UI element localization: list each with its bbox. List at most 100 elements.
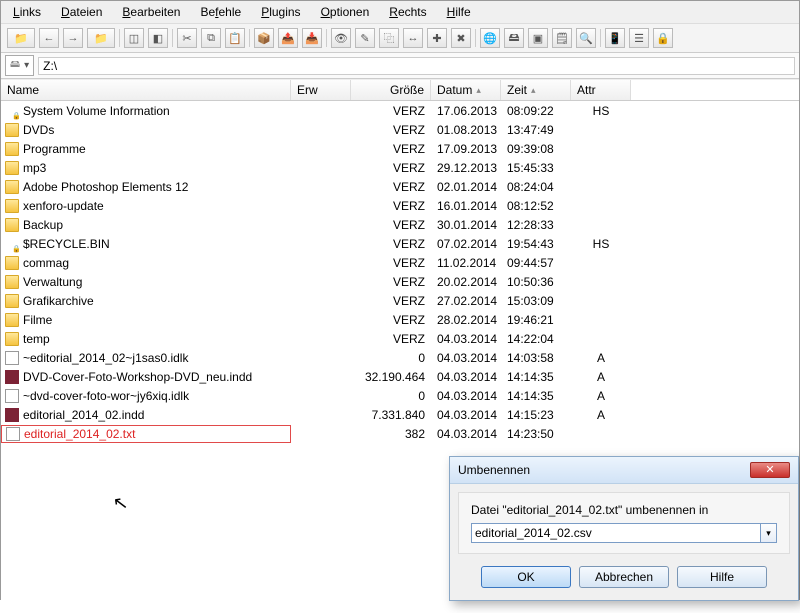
- toolbar-move-icon[interactable]: ↔: [403, 28, 423, 48]
- header-name[interactable]: Name: [1, 80, 291, 100]
- toolbar-fwd-icon[interactable]: →: [63, 28, 83, 48]
- toolbar-zip-icon[interactable]: 📦: [254, 28, 274, 48]
- toolbar-dotted-b-icon[interactable]: ◧: [148, 28, 168, 48]
- toolbar-updir-icon[interactable]: 📁: [87, 28, 115, 48]
- file-ext: [291, 262, 351, 264]
- menu-plugins[interactable]: Plugins: [253, 3, 308, 21]
- toolbar-edit-icon[interactable]: ✎: [355, 28, 375, 48]
- file-row[interactable]: GrafikarchiveVERZ27.02.201415:03:09: [1, 291, 799, 310]
- file-name: editorial_2014_02.txt: [24, 427, 135, 441]
- file-ext: [291, 319, 351, 321]
- menu-rechts[interactable]: Rechts: [381, 3, 434, 21]
- file-row[interactable]: DVD-Cover-Foto-Workshop-DVD_neu.indd32.1…: [1, 367, 799, 386]
- file-name: Programme: [23, 142, 86, 156]
- toolbar-lock-icon[interactable]: 🔒: [653, 28, 673, 48]
- file-row[interactable]: mp3VERZ29.12.201315:45:33: [1, 158, 799, 177]
- file-attr: [571, 186, 631, 188]
- close-button[interactable]: ✕: [750, 462, 790, 478]
- toolbar-arch-icon[interactable]: 📥: [302, 28, 322, 48]
- toolbar-back-icon[interactable]: ←: [39, 28, 59, 48]
- toolbar-cut-icon[interactable]: ✂: [177, 28, 197, 48]
- file-row[interactable]: commagVERZ11.02.201409:44:57: [1, 253, 799, 272]
- file-date: 30.01.2014: [431, 217, 501, 233]
- file-row[interactable]: editorial_2014_02.indd7.331.84004.03.201…: [1, 405, 799, 424]
- dialog-titlebar[interactable]: Umbenennen ✕: [450, 457, 798, 484]
- toolbar-paste-icon[interactable]: 📋: [225, 28, 245, 48]
- file-size: VERZ: [351, 122, 431, 138]
- file-row[interactable]: VerwaltungVERZ20.02.201410:50:36: [1, 272, 799, 291]
- drive-selector[interactable]: 🖴 ▾: [5, 55, 34, 76]
- chevron-down-icon[interactable]: ▾: [761, 523, 777, 543]
- ok-button[interactable]: OK: [481, 566, 571, 588]
- toolbar-search-icon[interactable]: 🔍: [576, 28, 596, 48]
- file-row[interactable]: ~editorial_2014_02~j1sas0.idlk004.03.201…: [1, 348, 799, 367]
- toolbar-ftp-icon[interactable]: 🌐: [480, 28, 500, 48]
- file-row[interactable]: FilmeVERZ28.02.201419:46:21: [1, 310, 799, 329]
- file-date: 01.08.2013: [431, 122, 501, 138]
- folder-icon: [5, 218, 19, 232]
- folder-icon: [5, 275, 19, 289]
- file-ext: [291, 167, 351, 169]
- file-row[interactable]: ProgrammeVERZ17.09.201309:39:08: [1, 139, 799, 158]
- toolbar-unzip-icon[interactable]: 📤: [278, 28, 298, 48]
- file-date: 04.03.2014: [431, 369, 501, 385]
- file-attr: [571, 129, 631, 131]
- rename-dialog: Umbenennen ✕ Datei "editorial_2014_02.tx…: [449, 456, 799, 601]
- help-button[interactable]: Hilfe: [677, 566, 767, 588]
- toolbar-copy-icon[interactable]: ⧉: [201, 28, 221, 48]
- toolbar-separator: [600, 29, 601, 47]
- file-name: Grafikarchive: [23, 294, 94, 308]
- file-row[interactable]: DVDsVERZ01.08.201313:47:49: [1, 120, 799, 139]
- header-date[interactable]: Datum▴: [431, 80, 501, 100]
- file-row[interactable]: xenforo-updateVERZ16.01.201408:12:52: [1, 196, 799, 215]
- toolbar-notepad-icon[interactable]: 🗒: [552, 28, 572, 48]
- sort-asc-icon: ▴: [476, 85, 481, 96]
- toolbar-delete-icon[interactable]: ✖: [451, 28, 471, 48]
- file-attr: A: [571, 407, 631, 423]
- header-time[interactable]: Zeit▴: [501, 80, 571, 100]
- toolbar-separator: [326, 29, 327, 47]
- file-date: 27.02.2014: [431, 293, 501, 309]
- file-date: 29.12.2013: [431, 160, 501, 176]
- header-size[interactable]: Größe: [351, 80, 431, 100]
- file-row[interactable]: System Volume InformationVERZ17.06.20130…: [1, 101, 799, 120]
- toolbar-newdir-icon[interactable]: ✚: [427, 28, 447, 48]
- file-row[interactable]: Adobe Photoshop Elements 12VERZ02.01.201…: [1, 177, 799, 196]
- menu-links[interactable]: Links: [5, 3, 49, 21]
- header-ext[interactable]: Erw: [291, 80, 351, 100]
- file-name: Filme: [23, 313, 52, 327]
- toolbar-dotted-a-icon[interactable]: ◫: [124, 28, 144, 48]
- sort-asc-icon: ▴: [531, 85, 536, 96]
- file-row[interactable]: editorial_2014_02.txt38204.03.201414:23:…: [1, 424, 799, 443]
- folder-icon: [5, 313, 19, 327]
- file-size: 0: [351, 388, 431, 404]
- file-row[interactable]: tempVERZ04.03.201414:22:04: [1, 329, 799, 348]
- menu-dateien[interactable]: Dateien: [53, 3, 110, 21]
- toolbar-view-icon[interactable]: 👁: [331, 28, 351, 48]
- menu-bearbeiten[interactable]: Bearbeiten: [114, 3, 188, 21]
- toolbar-phone-icon[interactable]: 📱: [605, 28, 625, 48]
- toolbar-netdrive-icon[interactable]: 🖴: [504, 28, 524, 48]
- toolbar-open-dropdown-icon[interactable]: 📁: [7, 28, 35, 48]
- toolbar-cmd-icon[interactable]: ▣: [528, 28, 548, 48]
- rename-input[interactable]: [471, 523, 761, 543]
- path-label[interactable]: Z:\: [38, 57, 795, 75]
- txt-file-icon: [6, 427, 20, 441]
- file-ext: [291, 186, 351, 188]
- file-ext: [291, 338, 351, 340]
- file-row[interactable]: BackupVERZ30.01.201412:28:33: [1, 215, 799, 234]
- cancel-button[interactable]: Abbrechen: [579, 566, 669, 588]
- indd-file-icon: [5, 408, 19, 422]
- menu-befehle[interactable]: Befehle: [192, 3, 249, 21]
- file-date: 16.01.2014: [431, 198, 501, 214]
- file-row[interactable]: $RECYCLE.BINVERZ07.02.201419:54:43HS: [1, 234, 799, 253]
- toolbar-tree-icon[interactable]: ☰: [629, 28, 649, 48]
- folder-icon: [5, 237, 19, 251]
- file-row[interactable]: ~dvd-cover-foto-wor~jy6xiq.idlk004.03.20…: [1, 386, 799, 405]
- dialog-buttons: OK Abbrechen Hilfe: [450, 562, 798, 600]
- menu-optionen[interactable]: Optionen: [313, 3, 378, 21]
- header-attr[interactable]: Attr: [571, 80, 631, 100]
- toolbar-copyfiles-icon[interactable]: ⿻: [379, 28, 399, 48]
- file-time: 09:39:08: [501, 141, 571, 157]
- menu-hilfe[interactable]: Hilfe: [439, 3, 479, 21]
